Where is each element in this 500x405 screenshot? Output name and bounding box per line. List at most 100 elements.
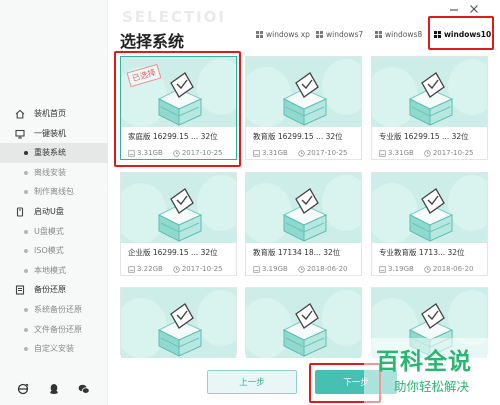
sidebar-item[interactable]: 文件备份还原 <box>0 320 108 340</box>
wechat-icon[interactable] <box>78 383 90 395</box>
tab-label: windows8 <box>385 29 423 39</box>
sidebar-item[interactable]: 制作离线包 <box>0 182 108 202</box>
system-illustration <box>246 175 361 243</box>
system-card[interactable] <box>245 287 362 358</box>
card-highlight-box <box>114 51 241 167</box>
system-meta: 3.19GB 2018-06-20 <box>253 265 348 273</box>
brand-watermark-title: 百科全说 <box>376 349 472 375</box>
system-illustration <box>372 59 487 127</box>
disk-icon <box>253 265 260 273</box>
system-card[interactable]: 专业版 16299.15 ... 32位 3.31GB 2017-10-25 <box>371 56 488 160</box>
sidebar-item[interactable]: 启动U盘 <box>0 202 108 222</box>
usb-drive-icon <box>16 207 24 217</box>
sidebar-bottom-icons <box>0 383 108 399</box>
system-card[interactable]: 教育版 17134 18... 32位 3.19GB 2018-06-20 <box>245 172 362 276</box>
tab-windows7[interactable]: windows7 <box>316 27 363 41</box>
tab-highlight-box <box>428 16 494 50</box>
close-icon[interactable] <box>469 4 479 14</box>
system-card[interactable]: 教育版 16299.15 ... 32位 3.31GB 2017-10-25 <box>245 56 362 160</box>
sidebar-nav: 装机首页一键装机重装系统离线安装制作离线包启动U盘 U盘模式 ISO模式本地模式备份… <box>0 104 108 359</box>
system-name: 专业教育版 1713... 32位 <box>379 248 465 257</box>
sidebar-item-label: 重装系统 <box>34 148 66 158</box>
home-icon <box>15 109 25 119</box>
windows-logo-icon <box>375 30 382 38</box>
sidebar-item[interactable]: U盘模式 <box>0 222 108 242</box>
sidebar-item[interactable]: 重装系统 <box>0 143 108 163</box>
sidebar-item[interactable]: 一键装机 <box>0 124 108 144</box>
sidebar-item-label: 自定义安装 <box>34 344 74 354</box>
system-date-group: 2018-06-20 <box>424 265 474 273</box>
system-illustration <box>246 290 361 358</box>
minimize-icon[interactable] <box>449 4 459 14</box>
sidebar-item[interactable]: 备份还原 <box>0 280 108 300</box>
qq-icon[interactable] <box>48 383 60 395</box>
system-date: 2017-10-25 <box>432 149 474 157</box>
sidebar-item-label: 离线安装 <box>34 167 66 177</box>
sidebar-item-label: 装机首页 <box>34 109 66 118</box>
backup-icon <box>15 285 25 295</box>
system-date-group: 2017-10-25 <box>173 265 223 273</box>
clock-icon <box>173 265 180 273</box>
card-illustration <box>246 57 361 127</box>
card-illustration <box>372 57 487 127</box>
card-illustration <box>121 288 236 358</box>
clock-icon <box>298 149 305 157</box>
sidebar-item[interactable]: 自定义安装 <box>0 339 108 359</box>
sidebar-item-label: 文件备份还原 <box>34 324 82 334</box>
system-name: 企业版 16299.15 ... 32位 <box>128 248 218 257</box>
tab-windows8[interactable]: windows8 <box>375 27 422 41</box>
system-date: 2018-06-20 <box>306 265 348 273</box>
sidebar: 装机首页一键装机重装系统离线安装制作离线包启动U盘 U盘模式 ISO模式本地模式备份… <box>0 0 108 405</box>
sidebar-item-label: 本地模式 <box>34 265 66 275</box>
windows-logo-icon <box>316 30 323 38</box>
system-meta: 3.31GB 2017-10-25 <box>253 149 348 157</box>
system-card[interactable]: 专业教育版 1713... 32位 3.19GB 2018-06-20 <box>371 172 488 276</box>
prev-step-button[interactable]: 上一步 <box>207 370 297 394</box>
sidebar-item[interactable]: 系统备份还原 <box>0 300 108 320</box>
card-illustration <box>121 173 236 243</box>
system-card[interactable] <box>120 287 237 358</box>
installer-window: 装机首页一键装机重装系统离线安装制作离线包启动U盘 U盘模式 ISO模式本地模式备份… <box>0 0 500 405</box>
system-date-group: 2017-10-25 <box>298 149 348 157</box>
sidebar-item-label: 启动U盘 <box>34 206 64 216</box>
brand-watermark-subtitle: 助你轻松解决 <box>394 379 470 394</box>
sidebar-item[interactable]: 装机首页 <box>0 104 108 124</box>
system-illustration <box>246 59 361 127</box>
card-illustration <box>372 173 487 243</box>
tab-label: windows7 <box>326 29 364 39</box>
system-card[interactable]: 企业版 16299.15 ... 32位 3.22GB 2017-10-25 <box>120 172 237 276</box>
system-size: 3.31GB <box>262 149 288 157</box>
system-meta: 3.19GB 2018-06-20 <box>379 265 474 273</box>
sidebar-item[interactable]: 本地模式 <box>0 261 108 281</box>
clock-icon <box>424 149 431 157</box>
sidebar-item-label: 一键装机 <box>34 128 66 138</box>
sidebar-item-label: ISO模式 <box>34 246 64 256</box>
sidebar-item-label: 系统备份还原 <box>34 304 82 314</box>
sidebar-item[interactable]: 离线安装 <box>0 163 108 183</box>
ie-browser-icon[interactable] <box>17 383 29 395</box>
clock-icon <box>424 265 431 273</box>
system-illustration <box>121 175 236 243</box>
disk-icon <box>379 149 386 157</box>
card-illustration <box>246 173 361 243</box>
system-meta: 3.22GB 2017-10-25 <box>128 265 223 273</box>
windows-logo-icon <box>256 30 263 38</box>
system-name: 教育版 17134 18... 32位 <box>253 248 341 257</box>
sidebar-item[interactable]: ISO模式 <box>0 241 108 261</box>
system-illustration <box>372 175 487 243</box>
system-date-group: 2017-10-25 <box>424 149 474 157</box>
system-name: 专业版 16299.15 ... 32位 <box>379 132 469 141</box>
system-meta: 3.31GB 2017-10-25 <box>379 149 474 157</box>
system-size: 3.22GB <box>137 265 163 273</box>
system-date-group: 2018-06-20 <box>298 265 348 273</box>
card-illustration <box>246 288 361 358</box>
disk-icon <box>253 149 260 157</box>
tab-windows-xp[interactable]: windows xp <box>256 27 310 41</box>
system-date: 2017-10-25 <box>306 149 348 157</box>
sidebar-item-label: 制作离线包 <box>34 187 74 197</box>
disk-icon <box>128 265 135 273</box>
tab-label: windows xp <box>266 29 310 39</box>
system-date: 2017-10-25 <box>181 265 223 273</box>
system-illustration <box>121 290 236 358</box>
system-size: 3.19GB <box>262 265 288 273</box>
